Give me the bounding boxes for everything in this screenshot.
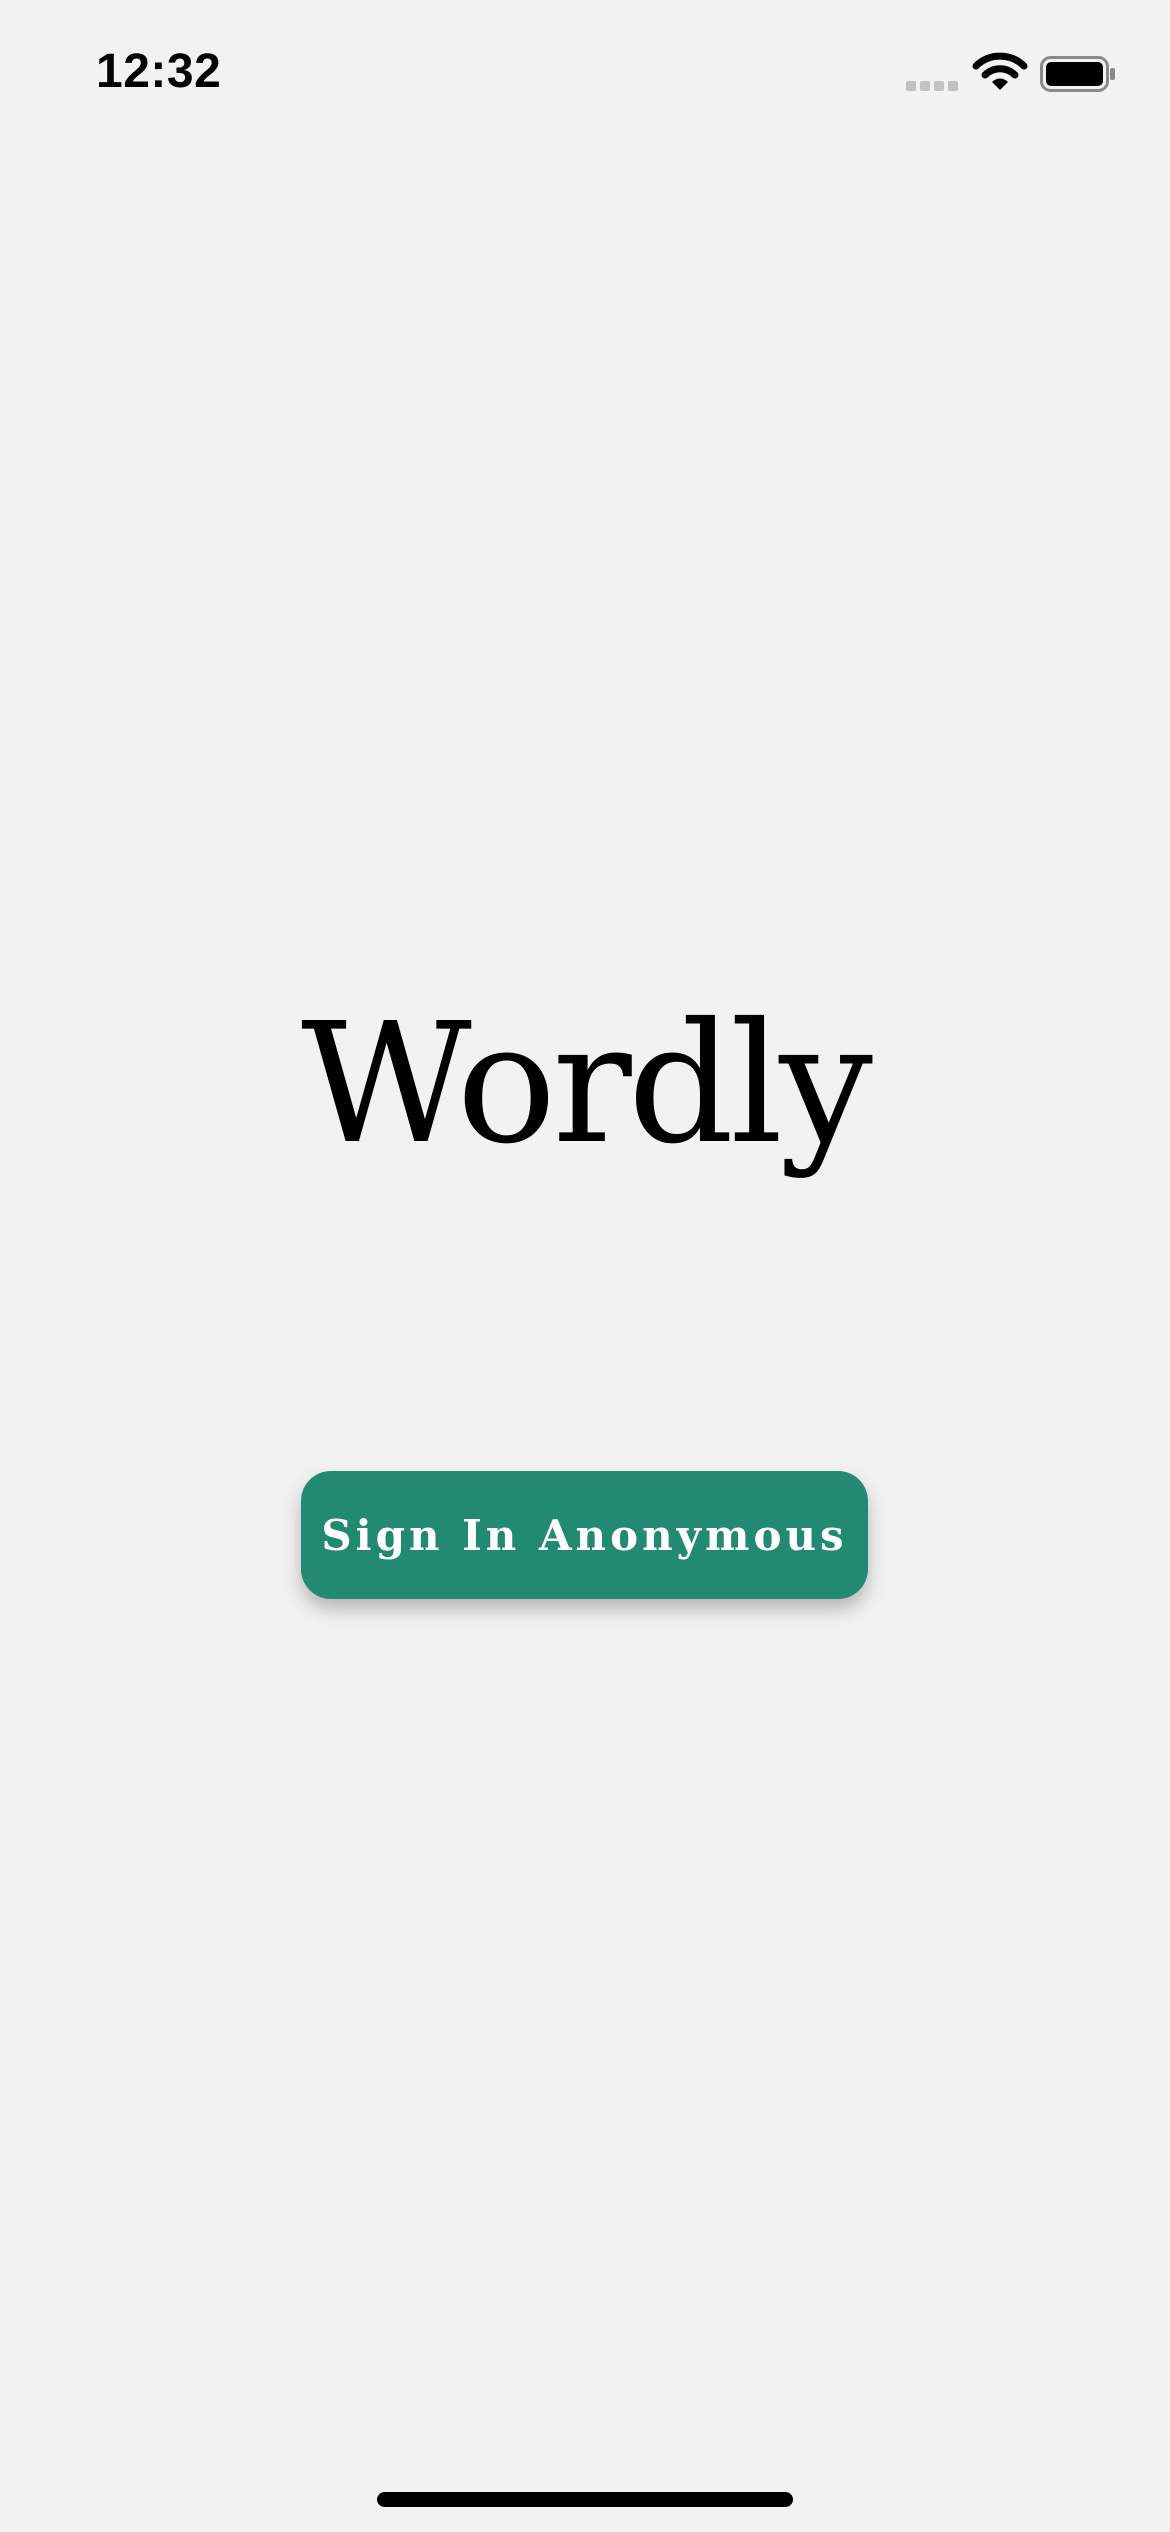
status-time: 12:32 — [96, 45, 222, 98]
battery-icon — [1040, 56, 1115, 92]
status-bar: 12:32 — [0, 0, 1170, 140]
sign-in-anonymous-button[interactable]: Sign In Anonymous — [301, 1471, 868, 1599]
cellular-signal-icon — [906, 81, 958, 91]
sign-in-anonymous-label: Sign In Anonymous — [321, 1510, 848, 1560]
app-title: Wordly — [301, 988, 873, 1181]
wifi-icon — [972, 52, 1028, 90]
home-indicator[interactable] — [377, 2492, 793, 2507]
